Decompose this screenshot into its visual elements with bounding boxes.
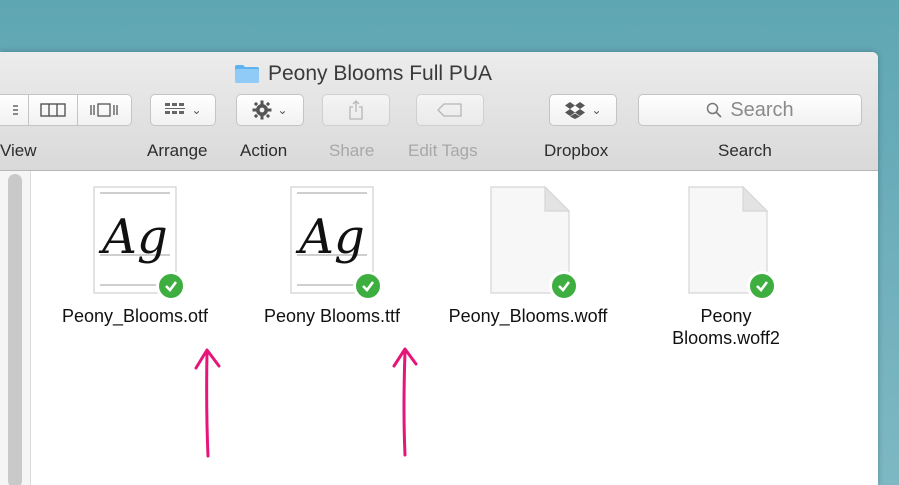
chevron-down-icon: ⌄ — [277, 103, 288, 117]
toolbar: Peony Blooms Full PUA View ⌄ Arrange ⌄ A — [0, 52, 878, 171]
font-preview-thumbnail: Ag — [287, 185, 383, 301]
file-item[interactable]: Peony_Blooms.woff — [438, 185, 618, 327]
file-name: Peony_Blooms.otf — [61, 306, 209, 326]
arrange-label: Arrange — [147, 141, 208, 160]
file-name: Peony Blooms.ttf — [263, 306, 401, 326]
chevron-down-icon: ⌄ — [591, 103, 602, 117]
list-view-icon — [12, 105, 18, 115]
window-title: Peony Blooms Full PUA — [267, 62, 493, 85]
sidebar-scrollbar[interactable] — [8, 174, 22, 485]
font-preview-thumbnail: Ag — [90, 185, 186, 301]
generic-document-thumbnail — [681, 185, 777, 301]
share-button[interactable] — [322, 94, 390, 126]
arrange-grid-icon — [165, 103, 186, 114]
dropbox-icon — [565, 102, 586, 119]
chevron-down-icon: ⌄ — [191, 103, 202, 117]
gear-icon — [252, 100, 272, 120]
cover-flow-view-button[interactable] — [78, 95, 131, 125]
edit-tags-label: Edit Tags — [408, 141, 478, 160]
file-name: Peony_Blooms.woff — [448, 306, 608, 326]
file-item[interactable]: Peony Blooms.woff2 — [636, 185, 816, 349]
dropbox-label: Dropbox — [544, 141, 609, 160]
dropbox-button[interactable]: ⌄ — [549, 94, 617, 126]
share-label: Share — [329, 141, 375, 160]
sync-check-icon — [353, 271, 383, 301]
sync-check-icon — [156, 271, 186, 301]
generic-document-thumbnail — [483, 185, 579, 301]
window-title-bar: Peony Blooms Full PUA — [0, 61, 878, 87]
tag-icon — [437, 103, 462, 117]
share-icon — [349, 100, 363, 120]
edit-tags-button[interactable] — [416, 94, 484, 126]
sync-check-icon — [549, 271, 579, 301]
finder-window: Peony Blooms Full PUA View ⌄ Arrange ⌄ A — [0, 52, 878, 485]
list-view-button[interactable] — [0, 95, 30, 125]
arrange-button[interactable]: ⌄ — [150, 94, 216, 126]
sync-check-icon — [747, 271, 777, 301]
search-icon — [707, 102, 722, 118]
font-preview-text: Ag — [295, 209, 364, 265]
view-mode-control — [0, 94, 132, 126]
file-name: Peony Blooms.woff2 — [672, 306, 780, 348]
column-view-button[interactable] — [29, 95, 78, 125]
search-label: Search — [718, 141, 772, 160]
action-label: Action — [240, 141, 288, 160]
file-item[interactable]: Ag Peony Blooms.ttf — [242, 185, 422, 327]
view-label: View — [0, 141, 37, 160]
action-button[interactable]: ⌄ — [236, 94, 304, 126]
folder-icon — [234, 65, 259, 83]
search-placeholder: Search — [730, 98, 794, 121]
file-item[interactable]: Ag Peony_Blooms.otf — [45, 185, 225, 327]
column-view-icon — [40, 103, 66, 117]
cover-flow-icon — [90, 103, 119, 117]
font-preview-text: Ag — [98, 209, 167, 265]
search-field[interactable]: Search — [638, 94, 862, 126]
